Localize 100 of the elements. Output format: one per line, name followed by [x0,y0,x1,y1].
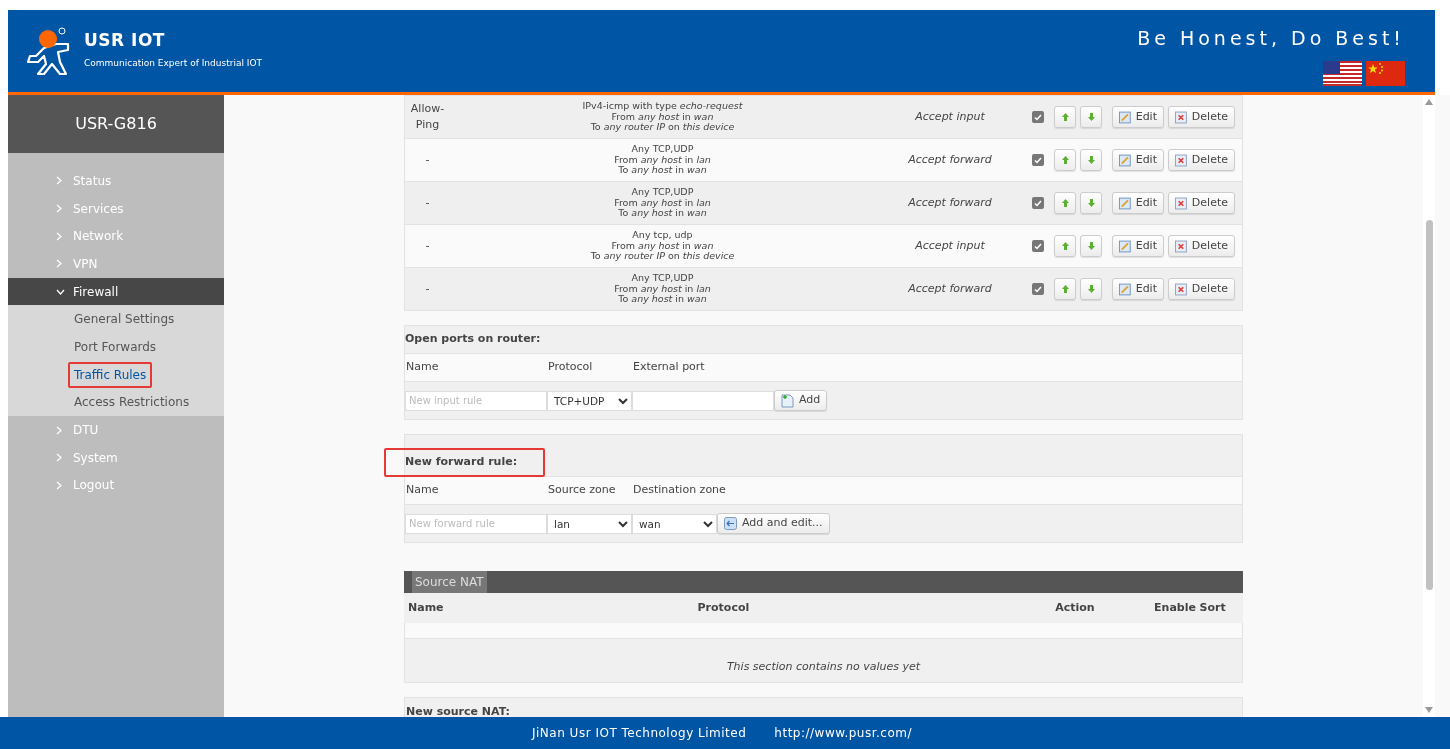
chevron-right-icon [56,231,62,241]
delete-icon [1175,110,1187,124]
arrow-up-icon [1061,285,1069,293]
arrow-down-icon [1087,285,1095,293]
move-up-button[interactable] [1054,149,1076,171]
section-title: Source NAT [412,571,487,593]
arrow-up-icon [1061,199,1069,207]
delete-button[interactable]: Delete [1168,192,1235,214]
section-heading: Open ports on router: [404,331,542,348]
enable-checkbox[interactable] [1032,111,1044,123]
delete-icon [1175,196,1187,210]
rule-match: Any TCP,UDP From any host in lan To any host in wan [613,187,712,219]
rule-action: Accept forward [907,194,993,211]
brand-name: USR IOT [84,31,166,49]
arrow-up-icon [1061,113,1069,121]
column-header: Destination zone [633,482,726,499]
edit-button[interactable]: Edit [1112,149,1164,171]
rule-name: - [424,151,431,168]
rule-action: Accept input [914,237,986,254]
china-flag-icon[interactable] [1366,60,1405,86]
name-input[interactable]: New forward rule [405,513,547,534]
delete-button[interactable]: Delete [1168,235,1235,257]
company-name: JiNan Usr IOT Technology Limited [532,725,747,742]
chevron-right-icon [56,425,62,435]
move-down-button[interactable] [1080,278,1102,300]
move-down-button[interactable] [1080,149,1102,171]
rule-match: Any TCP,UDP From any host in lan To any host in wan [613,144,712,176]
zone-select[interactable]: wan [632,513,717,534]
delete-icon [1175,282,1187,296]
column-header: Protocol [697,599,751,616]
add-page-icon [781,393,794,408]
menu-item[interactable]: Firewall [8,277,224,306]
add-and-edit-button[interactable]: Add and edit... [717,513,830,534]
chevron-right-icon [56,204,62,214]
section-heading: New source NAT: [404,697,1243,717]
submenu-item[interactable]: Port Forwards [68,333,163,360]
move-up-button[interactable] [1054,192,1076,214]
column-header: External port [633,359,705,376]
rule-name: - [424,194,431,211]
move-up-button[interactable] [1054,235,1076,257]
column-header: Protocol [548,359,594,376]
us-flag-icon[interactable] [1323,60,1362,86]
enable-checkbox[interactable] [1032,283,1044,295]
protocol-select[interactable]: TCP+UDP [547,390,632,411]
move-up-button[interactable] [1054,278,1076,300]
scroll-down-icon[interactable] [1425,707,1433,713]
edit-icon [1119,110,1131,124]
move-down-button[interactable] [1080,106,1102,128]
rule-match: IPv4-icmp with type echo-request From any host in wan To any router IP on this device [581,101,744,133]
column-header: Name [408,599,445,616]
slogan: Be Honest, Do Best! [1137,26,1405,52]
chevron-right-icon [56,453,62,463]
name-input[interactable]: New input rule [405,390,547,411]
scrollbar[interactable] [1423,95,1435,717]
move-down-button[interactable] [1080,235,1102,257]
column-header: Enable [1154,599,1197,616]
submenu-item[interactable]: General Settings [68,306,181,333]
column-header: Sort [1199,599,1227,616]
edit-button[interactable]: Edit [1112,106,1164,128]
edit-button[interactable]: Edit [1112,235,1164,257]
arrow-up-icon [1061,156,1069,164]
chevron-right-icon [56,259,62,269]
submenu-item[interactable]: Traffic Rules [68,361,153,388]
scroll-thumb[interactable] [1425,220,1433,590]
edit-icon [1119,282,1131,296]
arrow-down-icon [1087,113,1095,121]
rule-action: Accept forward [907,151,993,168]
chevron-right-icon [56,480,62,490]
delete-button[interactable]: Delete [1168,149,1235,171]
column-header: Action [1055,599,1096,616]
zone-select[interactable]: lan [547,513,632,534]
scroll-up-icon[interactable] [1425,99,1433,105]
delete-button[interactable]: Delete [1168,106,1235,128]
column-header: Source zone [548,482,617,499]
delete-button[interactable]: Delete [1168,278,1235,300]
arrow-up-icon [1061,242,1069,250]
arrow-down-icon [1087,156,1095,164]
delete-icon [1175,239,1187,253]
edit-icon [1119,153,1131,167]
arrow-down-icon [1087,242,1095,250]
section-heading: New forward rule: [384,448,546,477]
enable-checkbox[interactable] [1032,197,1044,209]
rule-match: Any tcp, udp From any host in wan To any router IP on this device [589,230,736,262]
add-button[interactable]: Add [774,390,828,411]
rule-match: Any TCP,UDP From any host in lan To any host in wan [613,273,712,305]
edit-button[interactable]: Edit [1112,192,1164,214]
enable-checkbox[interactable] [1032,154,1044,166]
empty-message: This section contains no values yet [726,659,921,676]
move-down-button[interactable] [1080,192,1102,214]
port-input[interactable] [632,390,774,411]
submenu-item[interactable]: Access Restrictions [68,389,196,416]
tagline: Communication Expert of Industrial IOT [84,56,262,70]
delete-icon [1175,153,1187,167]
chevron-right-icon [56,176,62,186]
enable-checkbox[interactable] [1032,240,1044,252]
edit-icon [1119,239,1131,253]
website-link[interactable]: http://www.pusr.com/ [774,724,913,742]
edit-button[interactable]: Edit [1112,278,1164,300]
move-up-button[interactable] [1054,106,1076,128]
rule-name: Allow-Ping [409,100,446,133]
